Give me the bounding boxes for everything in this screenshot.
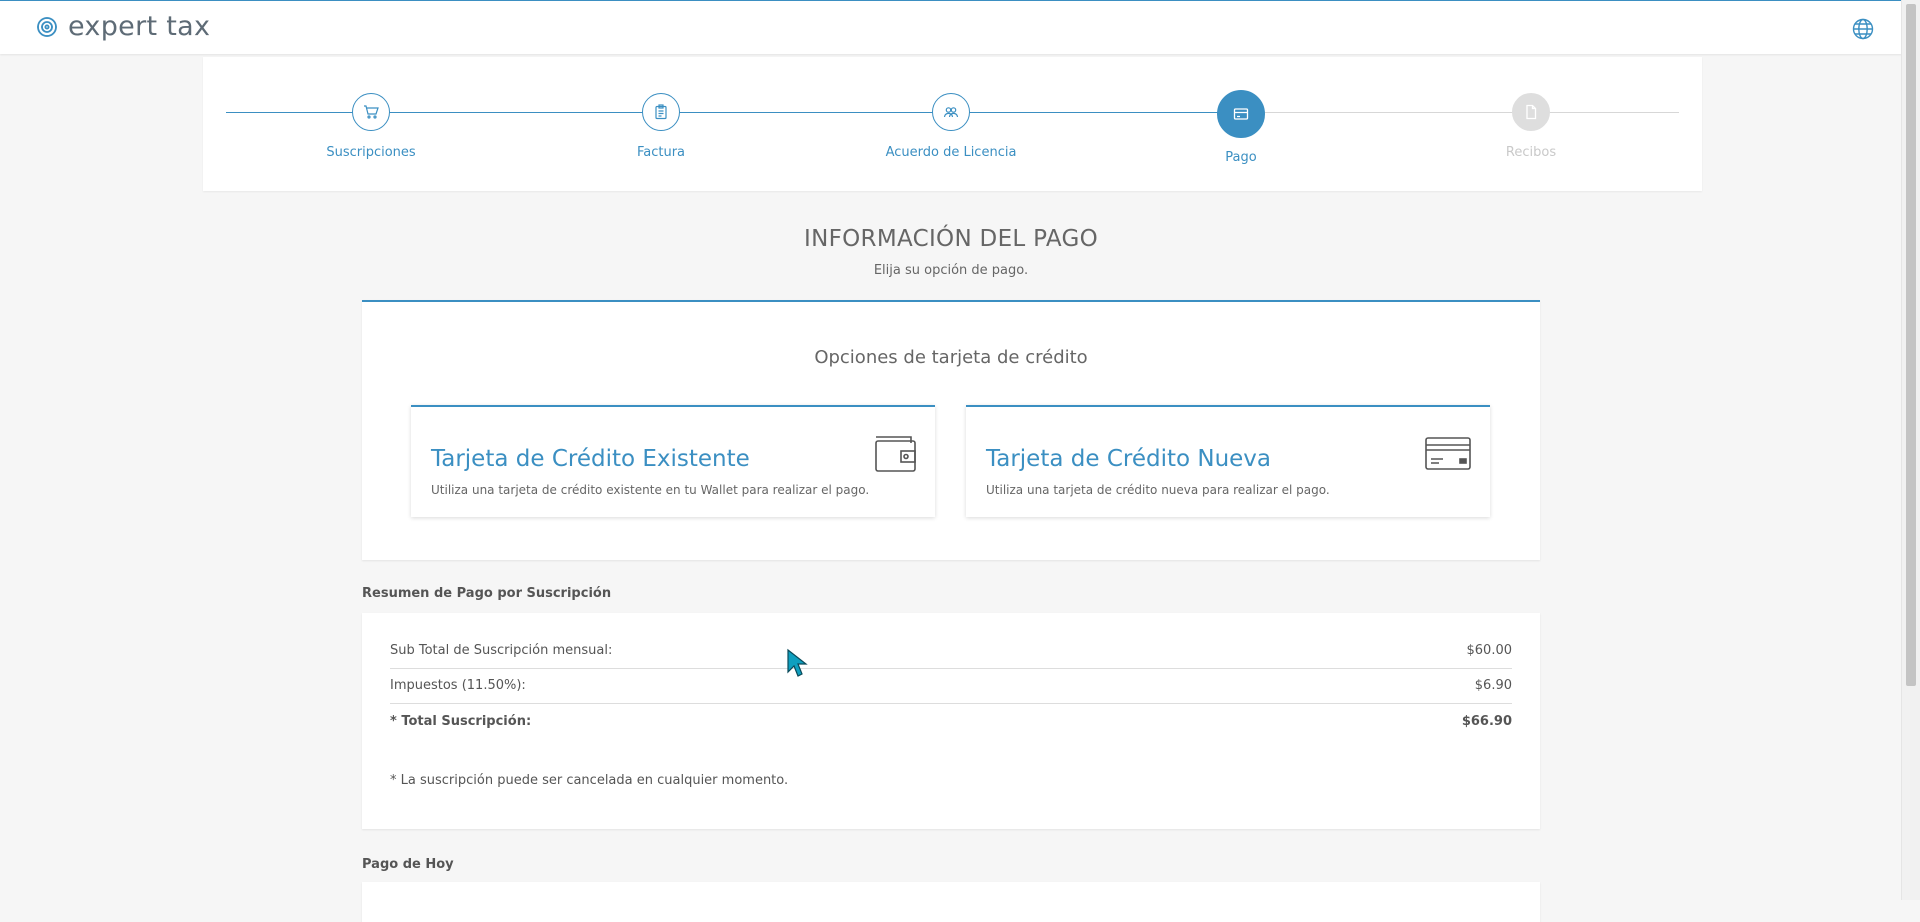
checkout-stepper: Suscripciones Factura Acuerdo de Licenci… xyxy=(203,57,1702,191)
option-title: Tarjeta de Crédito Existente xyxy=(431,446,750,472)
wallet-icon xyxy=(875,436,916,472)
brand-name: expert tax xyxy=(68,11,211,42)
page-scrollbar[interactable] xyxy=(1901,0,1920,900)
scrollbar-thumb[interactable] xyxy=(1906,4,1916,686)
credit-card-options-panel: Opciones de tarjeta de crédito Tarjeta d… xyxy=(362,300,1540,560)
step-circle xyxy=(1512,93,1550,131)
top-navbar: expert tax xyxy=(0,0,1902,54)
row-value: $6.90 xyxy=(1474,678,1512,693)
row-label: Sub Total de Suscripción mensual: xyxy=(390,643,613,658)
option-description: Utiliza una tarjeta de crédito nueva par… xyxy=(986,483,1330,497)
step-label: Recibos xyxy=(1505,145,1557,160)
today-payment-panel xyxy=(362,882,1540,922)
payment-summary: Sub Total de Suscripción mensual: $60.00… xyxy=(362,613,1540,829)
row-label: * Total Suscripción: xyxy=(390,714,532,729)
summary-row-total: * Total Suscripción: $66.90 xyxy=(390,704,1512,739)
summary-row-subtotal: Sub Total de Suscripción mensual: $60.00 xyxy=(390,633,1512,669)
brand-logo[interactable]: expert tax xyxy=(34,11,211,42)
row-value: $66.90 xyxy=(1461,714,1512,729)
clipboard-icon xyxy=(655,104,667,120)
step-label: Acuerdo de Licencia xyxy=(885,145,1017,160)
cart-icon xyxy=(364,105,379,119)
summary-heading: Resumen de Pago por Suscripción xyxy=(362,586,612,601)
step-label: Factura xyxy=(636,145,686,160)
handshake-icon xyxy=(943,107,959,118)
step-recibos: Recibos xyxy=(1441,93,1621,160)
step-circle xyxy=(352,93,390,131)
today-payment-heading: Pago de Hoy xyxy=(362,857,454,872)
row-label: Impuestos (11.50%): xyxy=(390,678,526,693)
option-title: Tarjeta de Crédito Nueva xyxy=(986,446,1272,472)
step-circle xyxy=(642,93,680,131)
new-card-option[interactable]: Tarjeta de Crédito Nueva Utiliza una tar… xyxy=(966,405,1490,517)
mouse-cursor-icon xyxy=(787,648,808,677)
document-icon xyxy=(1526,104,1537,120)
globe-icon[interactable] xyxy=(1852,18,1874,40)
swirl-logo-icon xyxy=(37,17,57,37)
existing-card-option[interactable]: Tarjeta de Crédito Existente Utiliza una… xyxy=(411,405,935,517)
credit-card-icon xyxy=(1425,437,1471,470)
step-circle xyxy=(1217,90,1265,138)
step-factura[interactable]: Factura xyxy=(571,93,751,160)
step-label: Pago xyxy=(1225,150,1257,165)
page-subtitle: Elija su opción de pago. xyxy=(873,263,1029,278)
step-pago[interactable]: Pago xyxy=(1151,90,1331,165)
step-suscripciones[interactable]: Suscripciones xyxy=(281,93,461,160)
page-title: INFORMACIÓN DEL PAGO xyxy=(804,226,1098,252)
step-circle xyxy=(932,93,970,131)
credit-card-icon xyxy=(1233,108,1249,120)
options-title: Opciones de tarjeta de crédito xyxy=(814,347,1088,368)
cancellation-note: * La suscripción puede ser cancelada en … xyxy=(390,773,789,788)
row-value: $60.00 xyxy=(1466,643,1513,658)
step-label: Suscripciones xyxy=(326,145,416,160)
summary-row-taxes: Impuestos (11.50%): $6.90 xyxy=(390,668,1512,704)
step-acuerdo-de-licencia[interactable]: Acuerdo de Licencia xyxy=(861,93,1041,160)
option-description: Utiliza una tarjeta de crédito existente… xyxy=(431,483,870,497)
